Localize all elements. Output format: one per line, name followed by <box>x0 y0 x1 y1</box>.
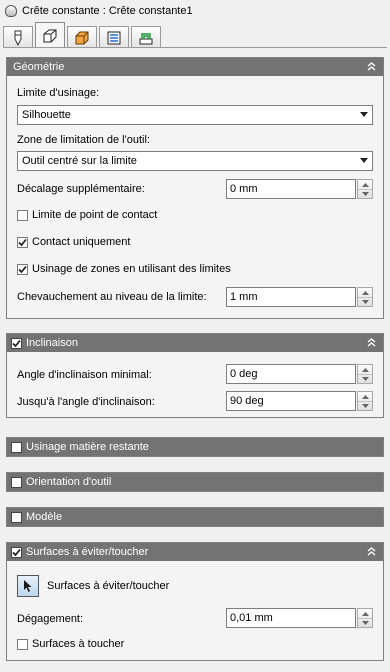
offset-value: 0 mm <box>230 183 258 195</box>
max-angle-input[interactable]: 90 deg <box>226 391 356 411</box>
contact-limit-checkbox[interactable] <box>17 209 28 221</box>
tab-linking[interactable] <box>99 26 129 48</box>
checkmark-icon <box>18 265 27 273</box>
tab-block[interactable] <box>67 26 97 48</box>
min-angle-label: Angle d'inclinaison minimal: <box>17 369 152 381</box>
inclination-section: Inclinaison Angle d'inclinaison minimal:… <box>6 333 384 418</box>
collapse-icon[interactable] <box>366 337 377 348</box>
geometry-tab-icon <box>43 29 57 42</box>
checkmark-icon <box>12 548 21 556</box>
touch-label: Surfaces à toucher <box>32 638 125 650</box>
overlap-label: Chevauchement au niveau de la limite: <box>17 291 207 303</box>
contact-limit-row[interactable]: Limite de point de contact <box>17 209 157 221</box>
contact-only-label: Contact uniquement <box>32 236 131 248</box>
tool-tab-icon <box>14 30 22 46</box>
model-section: Modèle <box>6 507 384 527</box>
clearance-spinner[interactable] <box>357 608 373 628</box>
max-angle-value: 90 deg <box>230 395 264 407</box>
collapse-icon[interactable] <box>366 61 377 72</box>
zones-row[interactable]: Usinage de zones en utilisant des limite… <box>17 263 231 275</box>
contact-only-row[interactable]: Contact uniquement <box>17 236 130 248</box>
checkmark-icon <box>12 339 21 347</box>
min-angle-value: 0 deg <box>230 368 258 380</box>
max-angle-spinner[interactable] <box>357 391 373 411</box>
tool-bit-icon <box>5 5 17 17</box>
zone-select[interactable]: Outil centré sur la limite <box>17 151 373 171</box>
cursor-arrow-icon <box>24 580 32 592</box>
passes-tab-icon <box>139 32 153 44</box>
orientation-title: Orientation d'outil <box>26 476 112 488</box>
checkmark-icon <box>18 238 27 246</box>
rest-section: Usinage matière restante <box>6 437 384 457</box>
tab-bar <box>3 22 163 48</box>
geometry-section: Géométrie Limite d'usinage: Silhouette Z… <box>6 57 384 319</box>
zones-label: Usinage de zones en utilisant des limite… <box>32 263 231 275</box>
orientation-section: Orientation d'outil <box>6 472 384 492</box>
limit-select[interactable]: Silhouette <box>17 105 373 125</box>
limit-value: Silhouette <box>22 109 71 121</box>
max-angle-label: Jusqu'à l'angle d'inclinaison: <box>17 396 155 408</box>
zone-value: Outil centré sur la limite <box>22 155 137 167</box>
title-bar: Crête constante : Crête constante1 <box>0 0 390 22</box>
select-surfaces-label: Surfaces à éviter/toucher <box>47 580 170 592</box>
inclination-header[interactable]: Inclinaison <box>7 334 383 352</box>
clearance-label: Dégagement: <box>17 613 84 625</box>
offset-label: Décalage supplémentaire: <box>17 183 145 195</box>
touch-checkbox[interactable] <box>17 638 28 650</box>
spin-down-icon[interactable] <box>358 618 372 627</box>
contact-only-checkbox[interactable] <box>17 236 28 248</box>
avoid-title: Surfaces à éviter/toucher <box>26 546 149 558</box>
zones-checkbox[interactable] <box>17 263 28 275</box>
inclination-title: Inclinaison <box>26 337 78 349</box>
spin-down-icon[interactable] <box>358 189 372 198</box>
tab-divider <box>3 47 387 48</box>
zone-label: Zone de limitation de l'outil: <box>17 134 150 146</box>
avoid-section: Surfaces à éviter/toucher Surfaces à évi… <box>6 542 384 661</box>
chevron-down-icon <box>360 112 368 117</box>
clearance-input[interactable]: 0,01 mm <box>226 608 356 628</box>
contact-limit-label: Limite de point de contact <box>32 209 158 221</box>
min-angle-spinner[interactable] <box>357 364 373 384</box>
collapse-icon[interactable] <box>366 546 377 557</box>
rest-header[interactable]: Usinage matière restante <box>7 438 383 456</box>
orientation-header[interactable]: Orientation d'outil <box>7 473 383 491</box>
rest-checkbox[interactable] <box>11 441 22 453</box>
min-angle-input[interactable]: 0 deg <box>226 364 356 384</box>
spin-down-icon[interactable] <box>358 374 372 383</box>
rest-title: Usinage matière restante <box>26 441 149 453</box>
orientation-checkbox[interactable] <box>11 476 22 488</box>
touch-row[interactable]: Surfaces à toucher <box>17 638 124 650</box>
chevron-down-icon <box>360 158 368 163</box>
avoid-checkbox[interactable] <box>11 546 22 558</box>
linking-tab-icon <box>107 31 121 44</box>
clearance-value: 0,01 mm <box>230 612 273 624</box>
overlap-input[interactable]: 1 mm <box>226 287 356 307</box>
overlap-spinner[interactable] <box>357 287 373 307</box>
limit-label: Limite d'usinage: <box>17 87 100 99</box>
model-checkbox[interactable] <box>11 511 22 523</box>
inclination-checkbox[interactable] <box>11 337 22 349</box>
tab-tool[interactable] <box>3 26 33 48</box>
block-tab-icon <box>75 31 89 44</box>
overlap-value: 1 mm <box>230 291 258 303</box>
spin-down-icon[interactable] <box>358 401 372 410</box>
tab-geometry[interactable] <box>35 22 65 48</box>
select-surfaces-button[interactable] <box>17 575 39 597</box>
geometry-title: Géométrie <box>13 61 65 73</box>
offset-input[interactable]: 0 mm <box>226 179 356 199</box>
avoid-header[interactable]: Surfaces à éviter/toucher <box>7 543 383 561</box>
offset-spinner[interactable] <box>357 179 373 199</box>
tab-passes[interactable] <box>131 26 161 48</box>
model-title: Modèle <box>26 511 63 523</box>
window-title: Crête constante : Crête constante1 <box>22 5 193 17</box>
model-header[interactable]: Modèle <box>7 508 383 526</box>
spin-down-icon[interactable] <box>358 297 372 306</box>
geometry-header[interactable]: Géométrie <box>7 58 383 76</box>
